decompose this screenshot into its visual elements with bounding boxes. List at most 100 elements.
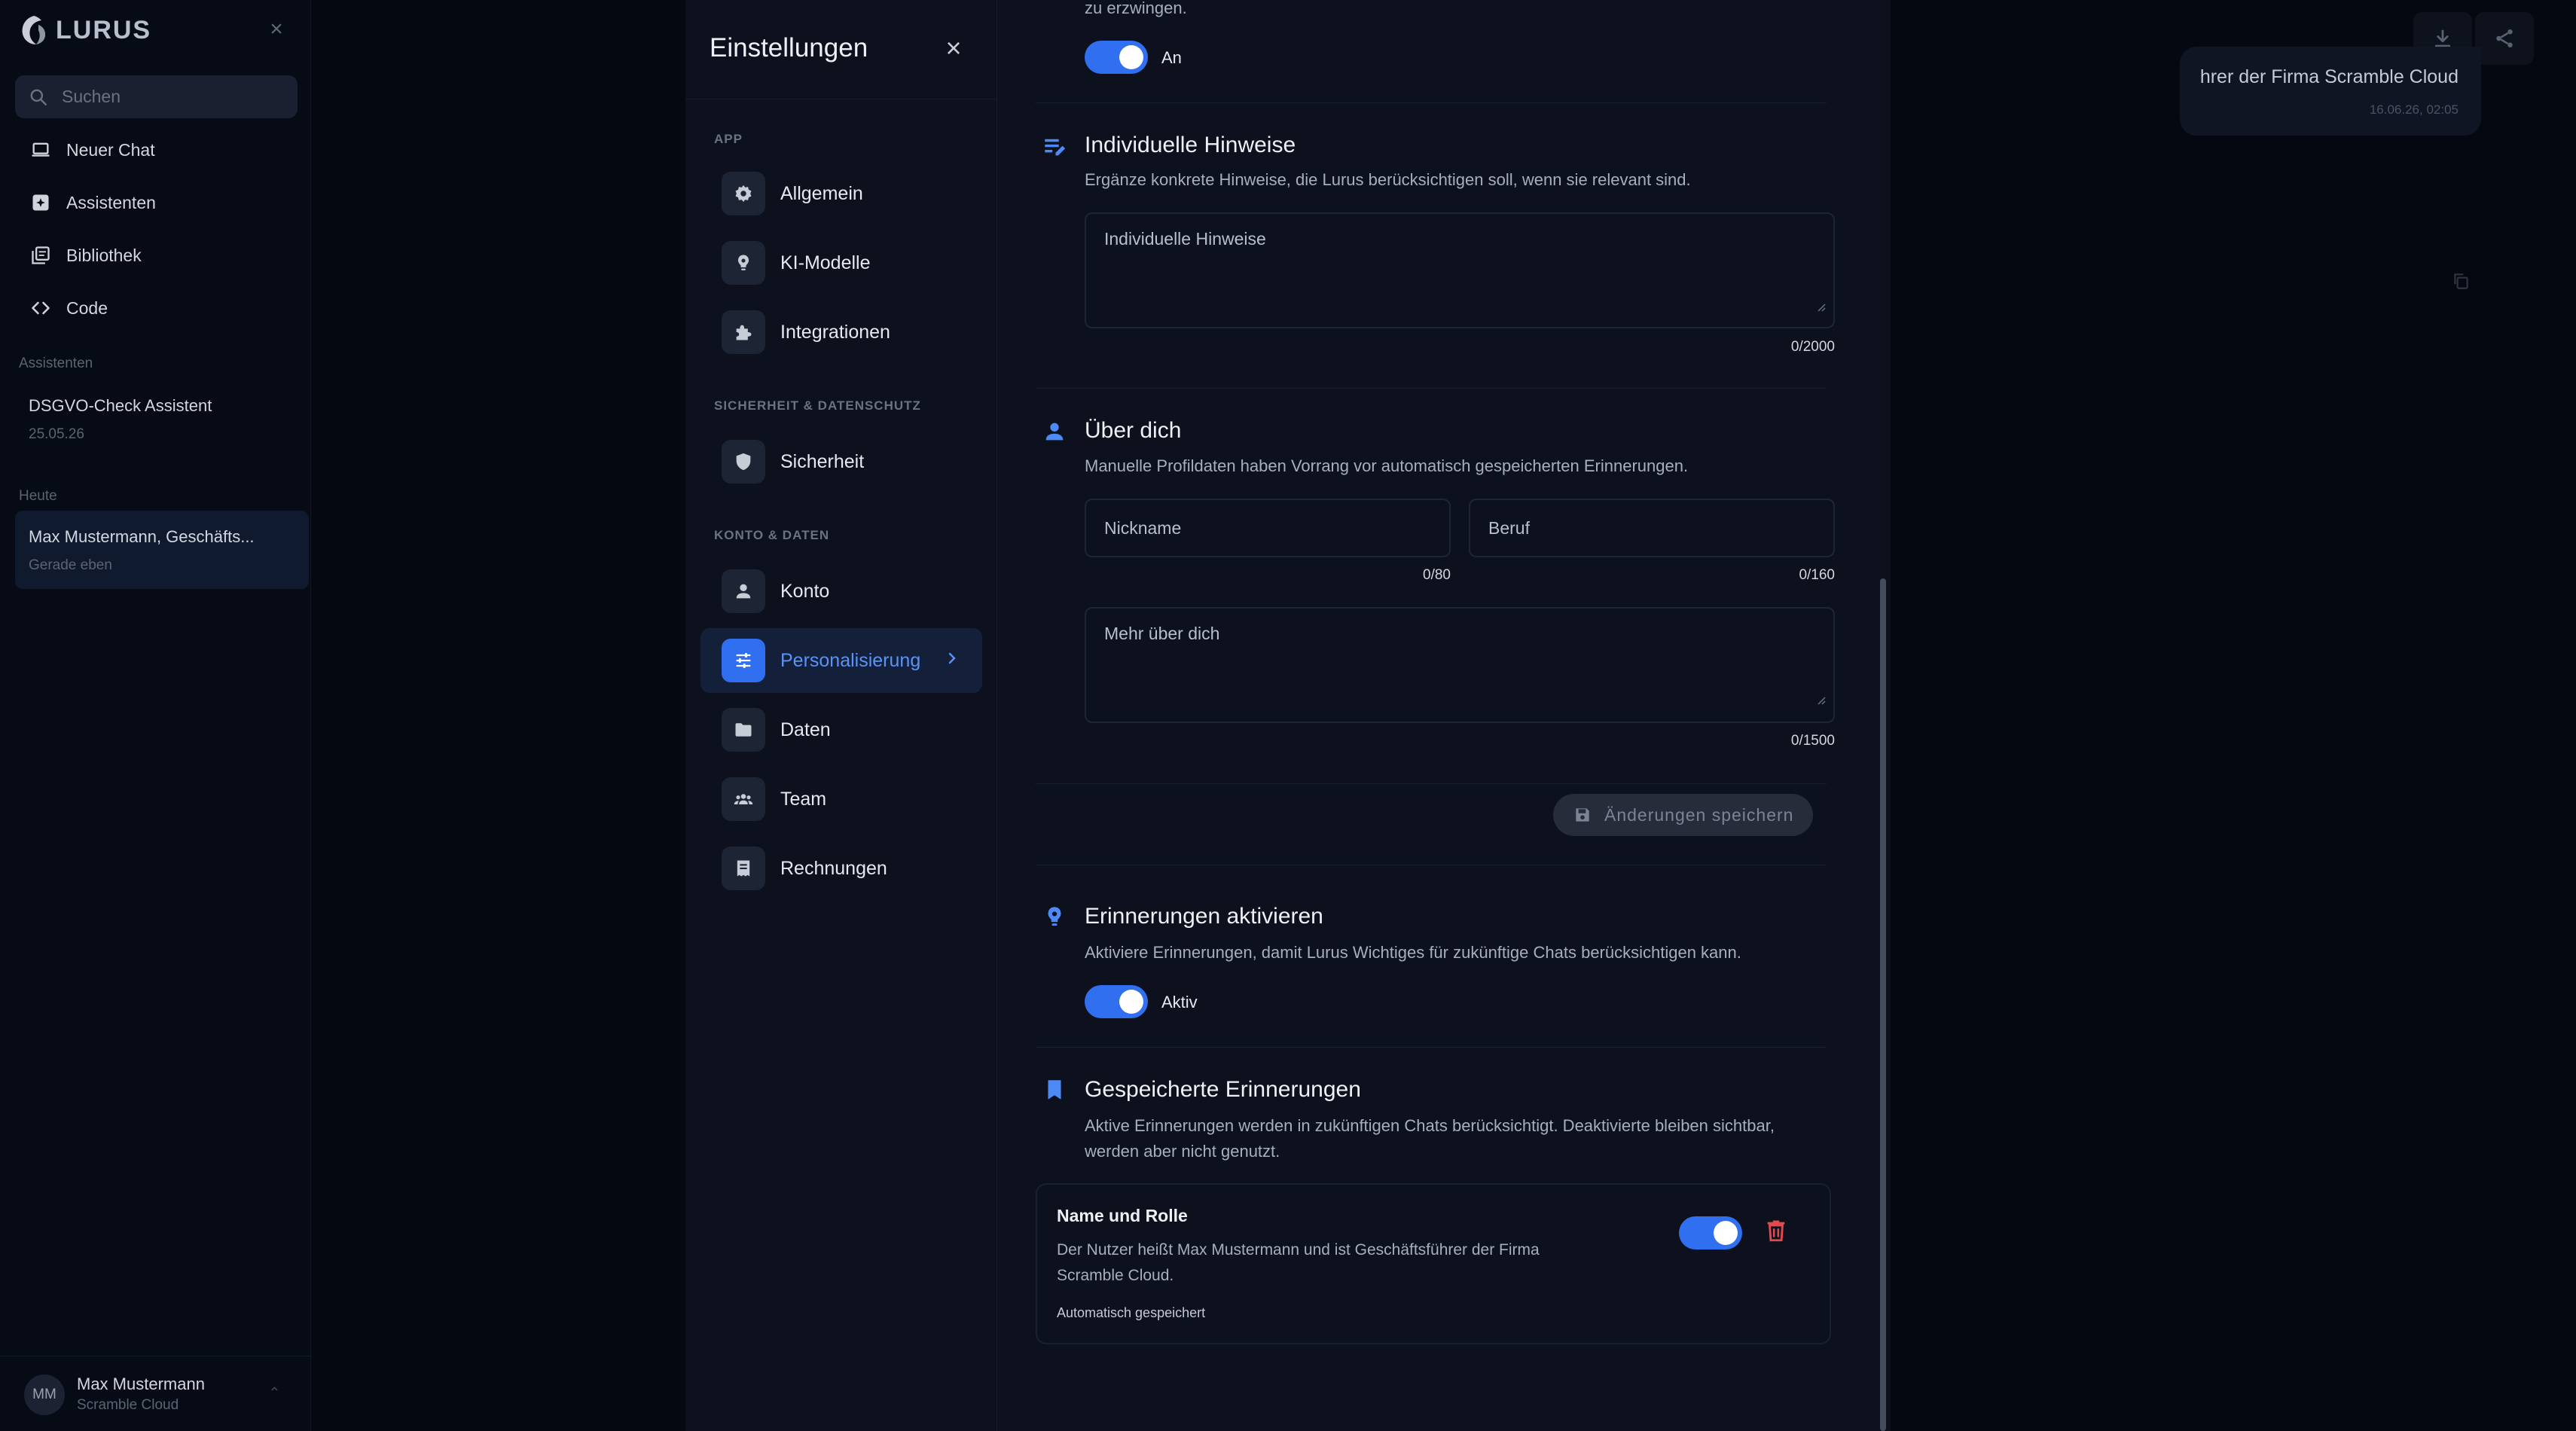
search-input[interactable] (62, 87, 288, 107)
conversation-title: Max Mustermann, Geschäfts... (29, 527, 255, 546)
saved-desc-line1: Aktive Erinnerungen werden in zukünftige… (1085, 1116, 1775, 1135)
memory-text-line1: Der Nutzer heißt Max Mustermann und ist … (1057, 1241, 1540, 1259)
top-toggle-label: An (1161, 48, 1182, 67)
save-button[interactable]: Änderungen speichern (1553, 794, 1814, 836)
about-more-counter: 0/1500 (1790, 733, 1835, 749)
nav-group-security: SICHERHEIT & DATENSCHUTZ (714, 398, 921, 413)
memories-toggle-label: Aktiv (1161, 993, 1198, 1011)
library-icon (32, 246, 50, 264)
team-icon (734, 794, 753, 804)
person-icon (1045, 423, 1064, 441)
memory-card: Name und Rolle Der Nutzer heißt Max Must… (1036, 1183, 1831, 1344)
settings-nav: Einstellungen × APP Allgemein KI-Modelle… (685, 0, 997, 1431)
logo-text: LURUS (56, 15, 152, 44)
user-menu[interactable]: MM Max Mustermann Scramble Cloud ⌃ (0, 1356, 311, 1431)
search-icon (30, 89, 47, 105)
assistant-icon (32, 194, 49, 211)
today-heading: Heute (19, 488, 57, 504)
settings-item-personalisierung[interactable]: Personalisierung (700, 628, 982, 693)
about-desc: Manuelle Profildaten haben Vorrang vor a… (1085, 456, 1689, 475)
user-name: Max Mustermann (77, 1375, 205, 1393)
sliders-icon (736, 653, 751, 668)
share-button[interactable] (2475, 12, 2534, 65)
conversation-item-active[interactable]: Max Mustermann, Geschäfts... Gerade eben (15, 511, 309, 589)
laptop-icon (32, 142, 50, 157)
job-input[interactable] (1469, 499, 1835, 557)
chevron-up-icon: ⌃ (268, 1385, 281, 1402)
saved-desc-line2: werden aber nicht genutzt. (1085, 1142, 1280, 1161)
settings-item-integrationen[interactable]: Integrationen (700, 300, 982, 365)
nav-label: Neuer Chat (66, 139, 155, 160)
search-box[interactable] (15, 75, 298, 118)
settings-item-label: Sicherheit (780, 450, 865, 472)
memory-title: Name und Rolle (1057, 1206, 1188, 1225)
divider (1036, 783, 1827, 784)
copy-icon[interactable] (2451, 271, 2471, 291)
memory-toggle[interactable] (1679, 1216, 1742, 1249)
settings-item-label: Konto (780, 580, 830, 602)
trash-icon[interactable] (1763, 1218, 1789, 1243)
hints-textarea[interactable] (1085, 212, 1835, 328)
settings-modal: Einstellungen × APP Allgemein KI-Modelle… (685, 0, 1891, 1431)
nav-new-chat[interactable]: Neuer Chat (15, 129, 298, 171)
divider (1036, 1047, 1827, 1048)
conversation-date: Gerade eben (29, 557, 112, 573)
settings-item-team[interactable]: Team (700, 767, 982, 831)
user-message: hrer der Firma Scramble Cloud 16.06.26, … (2180, 47, 2481, 136)
chevron-right-icon (948, 652, 956, 664)
settings-item-label: KI-Modelle (780, 252, 871, 273)
settings-item-ki-modelle[interactable]: KI-Modelle (700, 230, 982, 295)
section-fragment: zu erzwingen. (1085, 0, 1187, 17)
avatar: MM (24, 1375, 65, 1415)
about-more-textarea[interactable] (1085, 607, 1835, 723)
divider (1036, 102, 1827, 103)
assistant-title: DSGVO-Check Assistent (29, 396, 212, 415)
nav-label: Bibliothek (66, 245, 142, 265)
app-sidebar: LURUS × Neuer Chat Assistenten Bibliothe… (0, 0, 311, 1431)
nickname-counter: 0/80 (1423, 567, 1451, 583)
save-icon (1576, 808, 1589, 822)
nickname-input[interactable] (1085, 499, 1451, 557)
nav-label: Assistenten (66, 192, 156, 212)
memory-text: Der Nutzer heißt Max Mustermann und ist … (1057, 1237, 1629, 1289)
message-time: 16.06.26, 02:05 (2369, 102, 2458, 117)
edit-notes-icon (1045, 139, 1066, 156)
scrollbar-thumb[interactable] (1880, 578, 1886, 1431)
settings-item-label: Team (780, 788, 827, 810)
close-sidebar-icon[interactable]: × (265, 18, 288, 41)
hints-counter: 0/2000 (1790, 339, 1835, 355)
nav-assistants[interactable]: Assistenten (15, 182, 298, 224)
resize-grip-icon[interactable] (1815, 694, 1826, 705)
memories-toggle[interactable] (1085, 985, 1148, 1018)
resize-grip-icon[interactable] (1815, 301, 1826, 312)
person-icon (736, 584, 751, 599)
message-text: hrer der Firma Scramble Cloud (2199, 66, 2458, 87)
settings-item-konto[interactable]: Konto (700, 559, 982, 624)
settings-item-label: Personalisierung (780, 649, 921, 671)
nav-code[interactable]: Code (15, 287, 298, 329)
assistant-item[interactable]: DSGVO-Check Assistent 25.05.26 (15, 396, 309, 443)
settings-item-label: Rechnungen (780, 857, 887, 879)
share-icon (2496, 29, 2513, 47)
save-label: Änderungen speichern (1604, 804, 1794, 825)
shield-icon (736, 453, 751, 471)
settings-item-label: Integrationen (780, 321, 890, 343)
user-org: Scramble Cloud (77, 1397, 179, 1413)
lightbulb-icon (738, 255, 749, 270)
settings-item-allgemein[interactable]: Allgemein (700, 161, 982, 226)
settings-item-label: Daten (780, 719, 831, 740)
settings-item-label: Allgemein (780, 182, 863, 204)
settings-item-sicherheit[interactable]: Sicherheit (700, 429, 982, 494)
memories-title: Erinnerungen aktivieren (1085, 904, 1323, 929)
assistants-heading: Assistenten (19, 355, 93, 371)
close-settings-icon[interactable]: × (939, 33, 969, 63)
memory-bulb-icon (1048, 907, 1061, 926)
nav-label: Code (66, 297, 108, 318)
code-icon (32, 301, 50, 315)
nav-library[interactable]: Bibliothek (15, 234, 298, 276)
logo[interactable]: LURUS (18, 14, 151, 47)
hints-title: Individuelle Hinweise (1085, 133, 1296, 157)
settings-item-rechnungen[interactable]: Rechnungen (700, 836, 982, 901)
top-toggle[interactable] (1085, 41, 1148, 74)
settings-item-daten[interactable]: Daten (700, 697, 982, 762)
